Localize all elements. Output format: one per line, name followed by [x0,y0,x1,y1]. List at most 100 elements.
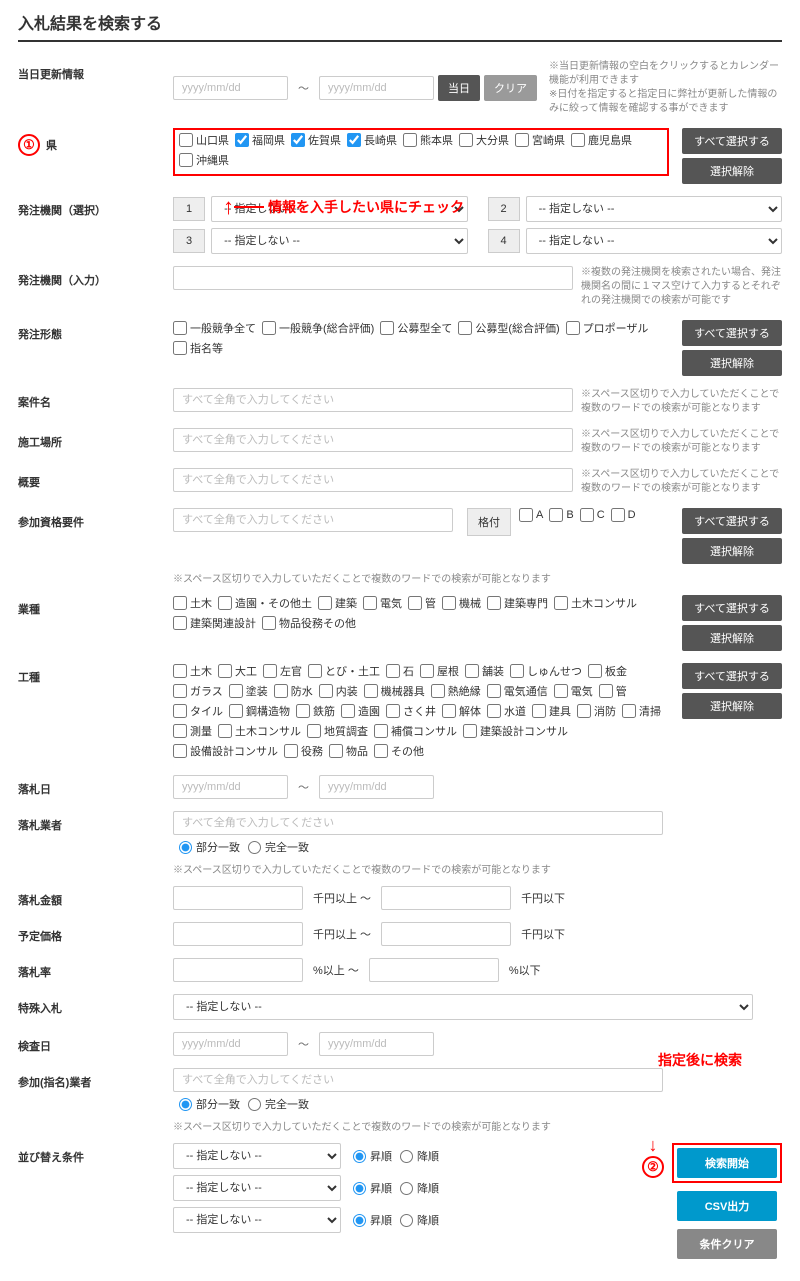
today-button[interactable]: 当日 [438,75,480,101]
pref-鹿児島県-checkbox[interactable] [571,133,585,147]
worktype-土木コンサル[interactable]: 土木コンサル [218,723,301,739]
industry-造園・その他土-checkbox[interactable] [218,596,232,610]
sort-select-3[interactable]: -- 指定しない -- [173,1207,341,1233]
worktype-ガラス-checkbox[interactable] [173,684,187,698]
award-amount-from[interactable] [173,886,303,910]
pref-熊本県-checkbox[interactable] [403,133,417,147]
worktype-大工[interactable]: 大工 [218,663,257,679]
worktype-設備設計コンサル-checkbox[interactable] [173,744,187,758]
worktype-機械器具-checkbox[interactable] [364,684,378,698]
csv-button[interactable]: CSV出力 [677,1191,777,1221]
worktype-select-all[interactable]: すべて選択する [682,663,782,689]
worktype-屋根[interactable]: 屋根 [420,663,459,679]
update-date-from[interactable] [173,76,288,100]
pref-沖縄県[interactable]: 沖縄県 [179,152,229,168]
worktype-タイル-checkbox[interactable] [173,704,187,718]
qualification-input[interactable] [173,508,453,532]
agency-select-3[interactable]: -- 指定しない -- [211,228,467,254]
order-deselect[interactable]: 選択解除 [682,350,782,376]
worktype-測量[interactable]: 測量 [173,723,212,739]
worktype-消防[interactable]: 消防 [577,703,616,719]
worktype-地質調査-checkbox[interactable] [307,724,321,738]
industry-select-all[interactable]: すべて選択する [682,595,782,621]
pref-宮崎県[interactable]: 宮崎県 [515,132,565,148]
worktype-土木コンサル-checkbox[interactable] [218,724,232,738]
reset-button[interactable]: 条件クリア [677,1229,777,1259]
industry-土木コンサル[interactable]: 土木コンサル [554,595,637,611]
worktype-清掃-checkbox[interactable] [622,704,636,718]
pref-山口県[interactable]: 山口県 [179,132,229,148]
worktype-とび・土工-checkbox[interactable] [308,664,322,678]
grade-C-checkbox[interactable] [580,508,594,522]
worktype-造園-checkbox[interactable] [341,704,355,718]
industry-管-checkbox[interactable] [408,596,422,610]
sort2-asc[interactable] [353,1182,366,1195]
worktype-deselect[interactable]: 選択解除 [682,693,782,719]
worktype-電気通信[interactable]: 電気通信 [487,683,548,699]
participant-exact-radio[interactable] [248,1098,261,1111]
ordertype-一般競争全て-checkbox[interactable] [173,321,187,335]
industry-機械-checkbox[interactable] [442,596,456,610]
worktype-とび・土工[interactable]: とび・土工 [308,663,380,679]
pref-福岡県[interactable]: 福岡県 [235,132,285,148]
worktype-役務-checkbox[interactable] [284,744,298,758]
grade-D[interactable]: D [611,508,636,522]
inspection-date-to[interactable] [319,1032,434,1056]
worktype-補償コンサル[interactable]: 補償コンサル [374,723,457,739]
worktype-建具-checkbox[interactable] [532,704,546,718]
winner-exact-radio[interactable] [248,841,261,854]
industry-物品役務その他[interactable]: 物品役務その他 [262,615,356,631]
sort-select-1[interactable]: -- 指定しない -- [173,1143,341,1169]
pref-大分県[interactable]: 大分県 [459,132,509,148]
participant-partial-radio[interactable] [179,1098,192,1111]
ordertype-公募型全て-checkbox[interactable] [380,321,394,335]
search-button[interactable]: 検索開始 [677,1148,777,1178]
worktype-塗装[interactable]: 塗装 [229,683,268,699]
grade-select-all[interactable]: すべて選択する [682,508,782,534]
worktype-設備設計コンサル[interactable]: 設備設計コンサル [173,743,278,759]
worktype-解体-checkbox[interactable] [442,704,456,718]
ordertype-公募型全て[interactable]: 公募型全て [380,320,452,336]
worktype-土木-checkbox[interactable] [173,664,187,678]
worktype-鋼構造物-checkbox[interactable] [229,704,243,718]
worktype-タイル[interactable]: タイル [173,703,223,719]
worktype-石-checkbox[interactable] [386,664,400,678]
industry-建築専門-checkbox[interactable] [487,596,501,610]
agency-select-4[interactable]: -- 指定しない -- [526,228,782,254]
industry-建築-checkbox[interactable] [318,596,332,610]
grade-A[interactable]: A [519,508,543,522]
deselect-button[interactable]: 選択解除 [682,158,782,184]
order-select-all[interactable]: すべて選択する [682,320,782,346]
ordertype-プロポーザル-checkbox[interactable] [566,321,580,335]
project-name-input[interactable] [173,388,573,412]
agency-input[interactable] [173,266,573,290]
worktype-防水-checkbox[interactable] [274,684,288,698]
worktype-土木[interactable]: 土木 [173,663,212,679]
worktype-大工-checkbox[interactable] [218,664,232,678]
sort1-desc[interactable] [400,1150,413,1163]
worktype-さく井[interactable]: さく井 [386,703,436,719]
industry-建築関連設計[interactable]: 建築関連設計 [173,615,256,631]
industry-deselect[interactable]: 選択解除 [682,625,782,651]
worktype-建築設計コンサル[interactable]: 建築設計コンサル [463,723,568,739]
industry-土木[interactable]: 土木 [173,595,212,611]
ordertype-一般競争(総合評価)[interactable]: 一般競争(総合評価) [262,320,374,336]
worktype-熱絶縁-checkbox[interactable] [431,684,445,698]
worktype-しゅんせつ[interactable]: しゅんせつ [510,663,582,679]
special-bid-select[interactable]: -- 指定しない -- [173,994,753,1020]
work-place-input[interactable] [173,428,573,452]
pref-長崎県[interactable]: 長崎県 [347,132,397,148]
worktype-消防-checkbox[interactable] [577,704,591,718]
pref-沖縄県-checkbox[interactable] [179,153,193,167]
worktype-左官[interactable]: 左官 [263,663,302,679]
grade-D-checkbox[interactable] [611,508,625,522]
award-rate-from[interactable] [173,958,303,982]
participant-input[interactable] [173,1068,663,1092]
worktype-石[interactable]: 石 [386,663,414,679]
worktype-内装[interactable]: 内装 [319,683,358,699]
grade-A-checkbox[interactable] [519,508,533,522]
industry-建築関連設計-checkbox[interactable] [173,616,187,630]
agency-select-2[interactable]: -- 指定しない -- [526,196,782,222]
pref-長崎県-checkbox[interactable] [347,133,361,147]
worktype-機械器具[interactable]: 機械器具 [364,683,425,699]
